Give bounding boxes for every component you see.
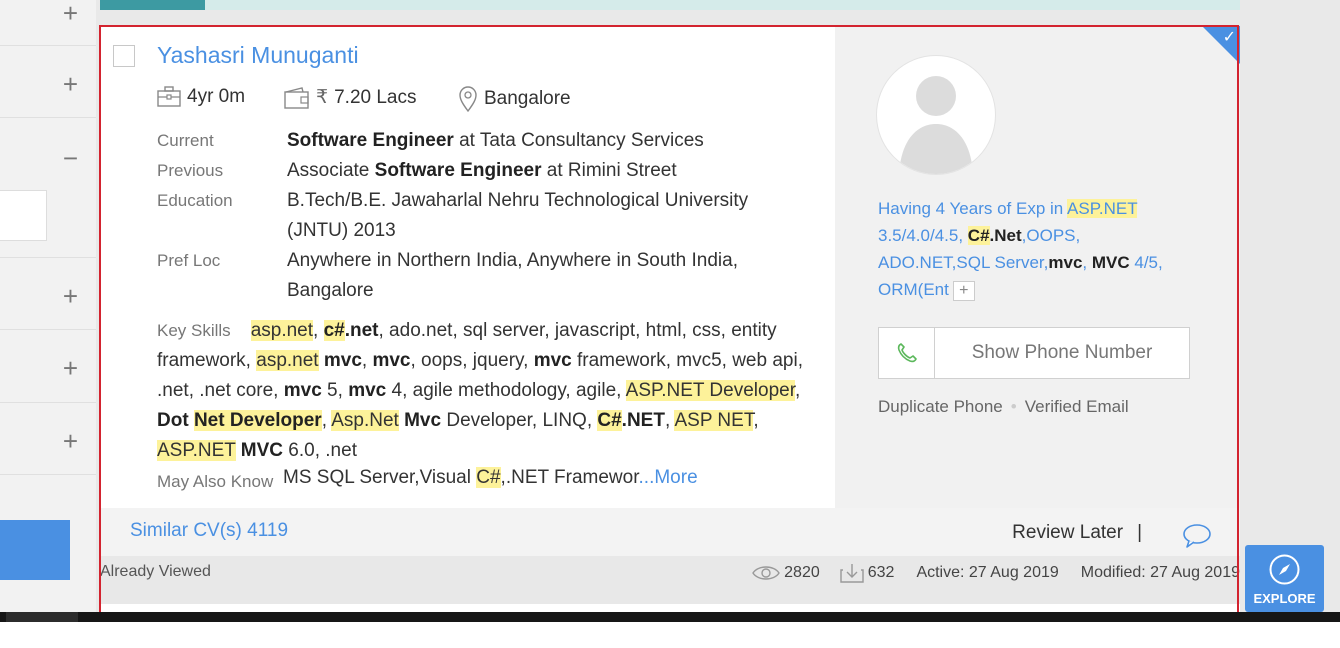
location: Bangalore bbox=[458, 86, 571, 112]
key-skills-label: Key Skills bbox=[157, 321, 231, 340]
filter-row[interactable]: + bbox=[0, 329, 96, 403]
current-label: Current bbox=[157, 131, 214, 150]
taskbar-item[interactable] bbox=[6, 612, 78, 622]
modified-date: Modified: 27 Aug 2019 bbox=[1080, 564, 1240, 581]
expand-icon[interactable]: + bbox=[63, 283, 78, 309]
location-pin-icon bbox=[459, 86, 477, 112]
filter-input[interactable] bbox=[0, 190, 47, 241]
check-icon: ✓ bbox=[1222, 29, 1236, 46]
expand-summary-button[interactable]: + bbox=[952, 280, 975, 301]
candidate-name[interactable]: Yashasri Munuganti bbox=[157, 42, 359, 69]
collapse-icon[interactable]: − bbox=[63, 145, 78, 171]
card-actions: Similar CV(s) 4119 Review Later | bbox=[100, 508, 1240, 557]
filter-row[interactable]: + bbox=[0, 257, 96, 330]
briefcase-icon bbox=[157, 86, 181, 107]
experience-value: 4yr 0m bbox=[187, 86, 246, 107]
location-value: Bangalore bbox=[484, 88, 571, 109]
select-checkbox[interactable] bbox=[113, 45, 135, 67]
review-later-button[interactable]: Review Later | bbox=[1012, 522, 1142, 544]
download-count: 632 bbox=[867, 564, 895, 581]
pref-loc-label: Pref Loc bbox=[157, 251, 221, 270]
contact-status: Duplicate Phone • Verified Email bbox=[878, 397, 1129, 416]
wallet-icon bbox=[284, 86, 309, 109]
previous-value: Associate Software Engineer at Rimini St… bbox=[287, 160, 677, 181]
expand-icon[interactable]: + bbox=[63, 71, 78, 97]
active-date: Active: 27 Aug 2019 bbox=[916, 564, 1059, 581]
key-skills-value: asp.net, c#.net, ado.net, sql server, ja… bbox=[157, 320, 803, 461]
previous-card-tab bbox=[100, 0, 205, 10]
expand-icon[interactable]: + bbox=[63, 0, 78, 26]
experience: 4yr 0m bbox=[157, 86, 245, 108]
profile-summary: Having 4 Years of Exp in ASP.NET 3.5/4.0… bbox=[878, 199, 1163, 301]
education-label: Education bbox=[157, 191, 233, 210]
page-bottom bbox=[0, 622, 1340, 648]
user-silhouette-icon bbox=[899, 76, 973, 174]
similar-cvs-link[interactable]: Similar CV(s) 4119 bbox=[130, 520, 288, 542]
avatar bbox=[876, 55, 996, 175]
eye-icon bbox=[752, 566, 780, 580]
rupee-icon: ₹ bbox=[316, 87, 329, 108]
explore-label: EXPLORE bbox=[1253, 591, 1316, 606]
expand-icon[interactable]: + bbox=[63, 428, 78, 454]
duplicate-phone: Duplicate Phone bbox=[878, 397, 1003, 416]
show-phone-label: Show Phone Number bbox=[971, 342, 1153, 363]
may-also-know-value: MS SQL Server,Visual C#,.NET Framewor...… bbox=[283, 467, 698, 488]
taskbar bbox=[0, 612, 1340, 622]
already-viewed-label: Already Viewed bbox=[100, 563, 211, 580]
phone-icon bbox=[897, 343, 917, 363]
salary: ₹ 7.20 Lacs bbox=[284, 86, 417, 109]
download-icon bbox=[840, 564, 864, 583]
verified-email: Verified Email bbox=[1024, 397, 1129, 416]
previous-label: Previous bbox=[157, 161, 224, 180]
filter-row[interactable]: + bbox=[0, 0, 96, 46]
apply-filter-button[interactable] bbox=[0, 520, 70, 580]
compass-icon bbox=[1269, 554, 1300, 585]
key-skills: Key Skills asp.net, c#.net, ado.net, sql … bbox=[157, 316, 837, 466]
card-meta: Already Viewed 2820 632 Active: 27 Aug 2… bbox=[100, 556, 1240, 604]
education-value: B.Tech/B.E. Jawaharlal Nehru Technologic… bbox=[287, 190, 749, 241]
previous-card-edge bbox=[100, 0, 1240, 10]
salary-value: 7.20 Lacs bbox=[334, 86, 417, 108]
explore-button[interactable]: EXPLORE bbox=[1245, 545, 1324, 612]
filter-sidebar: + + − + + + bbox=[0, 0, 96, 612]
current-value: Software Engineer at Tata Consultancy Se… bbox=[287, 130, 704, 151]
may-also-know-label: May Also Know bbox=[157, 472, 274, 491]
card-stats: 2820 632 Active: 27 Aug 2019 Modified: 2… bbox=[752, 563, 1240, 583]
comment-icon[interactable] bbox=[1182, 522, 1212, 548]
show-phone-button[interactable]: Show Phone Number bbox=[878, 327, 1190, 379]
view-count: 2820 bbox=[784, 564, 820, 581]
expand-icon[interactable]: + bbox=[63, 355, 78, 381]
filter-row[interactable]: + bbox=[0, 45, 96, 118]
filter-row[interactable]: + bbox=[0, 402, 96, 475]
more-link[interactable]: ...More bbox=[639, 467, 698, 488]
divider: | bbox=[1137, 522, 1142, 543]
pref-loc-value: Anywhere in Northern India, Anywhere in … bbox=[287, 250, 738, 301]
